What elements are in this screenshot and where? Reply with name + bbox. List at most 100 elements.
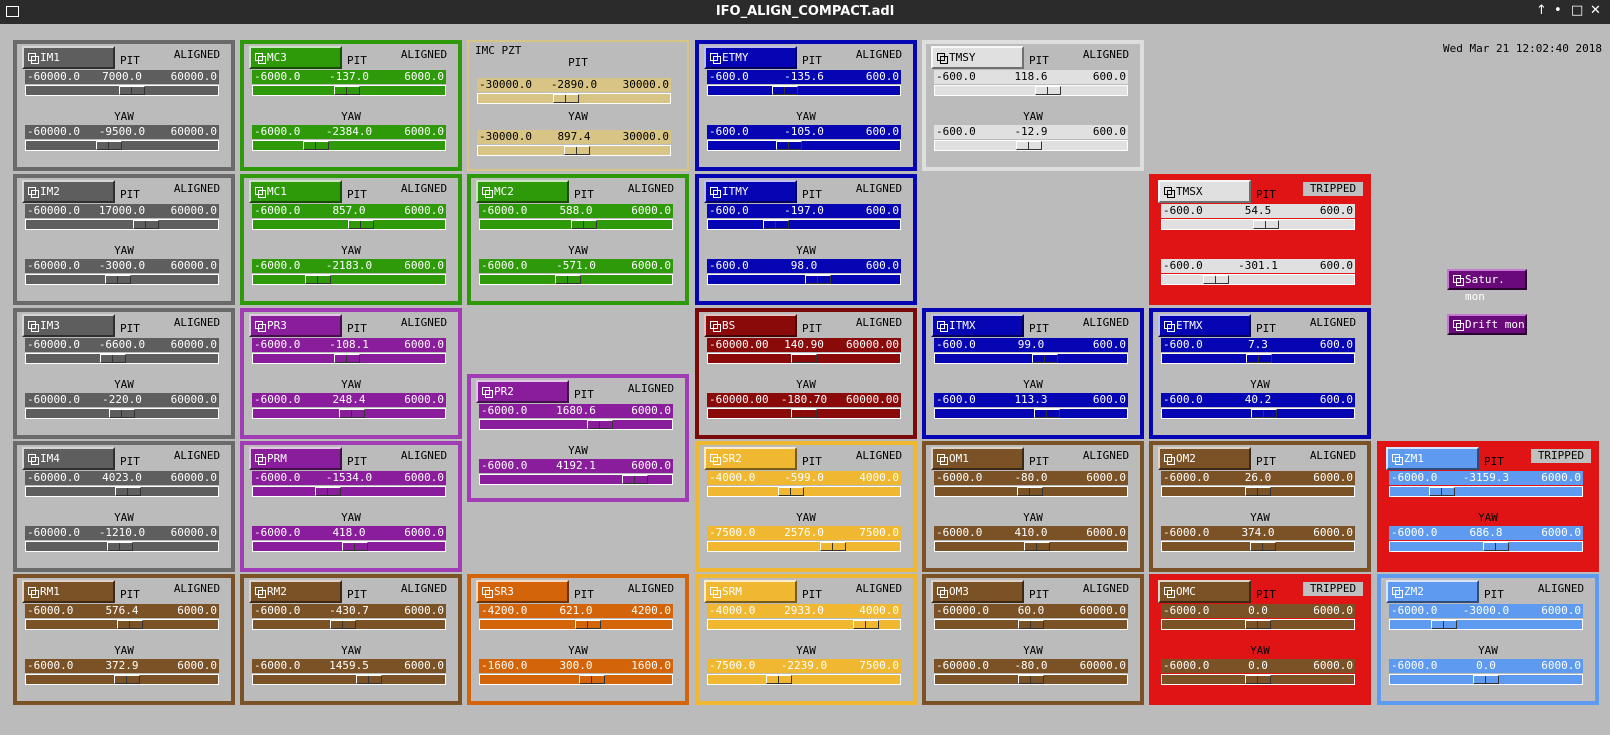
yaw-slider[interactable]: -6000.0 0.0 6000.0 <box>1389 659 1583 689</box>
yaw-track[interactable] <box>252 140 446 151</box>
tmsx-button[interactable]: TMSX <box>1158 180 1251 203</box>
pit-slider[interactable]: -4000.0 2933.0 4000.0 <box>707 604 901 634</box>
yaw-thumb[interactable] <box>776 141 802 150</box>
itmx-button[interactable]: ITMX <box>931 314 1024 337</box>
satur-mon-button[interactable]: Satur. mon <box>1447 269 1527 303</box>
yaw-track[interactable] <box>252 674 446 685</box>
pit-slider[interactable]: -600.0 -197.0 600.0 <box>707 204 901 234</box>
pit-slider[interactable]: -6000.0 588.0 6000.0 <box>479 204 673 234</box>
close-icon[interactable]: ✕ <box>1590 3 1601 19</box>
pit-thumb[interactable] <box>100 354 126 363</box>
yaw-slider[interactable]: -7500.0 -2239.0 7500.0 <box>707 659 901 689</box>
pit-track[interactable] <box>934 85 1128 96</box>
pr3-button[interactable]: PR3 <box>249 314 342 337</box>
yaw-thumb[interactable] <box>1203 275 1229 284</box>
pit-thumb[interactable] <box>1245 620 1271 629</box>
yaw-slider[interactable]: -60000.0 -3000.0 60000.0 <box>25 259 219 289</box>
om2-button[interactable]: OM2 <box>1158 447 1251 470</box>
pit-thumb[interactable] <box>791 354 817 363</box>
zm1-button[interactable]: ZM1 <box>1386 447 1479 470</box>
pit-thumb[interactable] <box>571 220 597 229</box>
srm-button[interactable]: SRM <box>704 580 797 603</box>
pit-slider[interactable]: -4000.0 -599.0 4000.0 <box>707 471 901 501</box>
yaw-slider[interactable]: -6000.0 -571.0 6000.0 <box>479 259 673 289</box>
yaw-slider[interactable]: -600.0 -105.0 600.0 <box>707 125 901 155</box>
yaw-thumb[interactable] <box>791 409 817 418</box>
etmx-button[interactable]: ETMX <box>1158 314 1251 337</box>
pit-slider[interactable]: -6000.0 26.0 6000.0 <box>1161 471 1355 501</box>
pit-thumb[interactable] <box>1253 220 1279 229</box>
yaw-slider[interactable]: -6000.0 248.4 6000.0 <box>252 393 446 423</box>
pit-slider[interactable]: -6000.0 -3159.3 6000.0 <box>1389 471 1583 501</box>
yaw-track[interactable] <box>252 274 446 285</box>
pit-thumb[interactable] <box>117 620 143 629</box>
pit-slider[interactable]: -600.0 99.0 600.0 <box>934 338 1128 368</box>
pit-slider[interactable]: -30000.0 -2890.0 30000.0 <box>477 78 671 108</box>
yaw-slider[interactable]: -60000.0 -1210.0 60000.0 <box>25 526 219 556</box>
yaw-thumb[interactable] <box>1024 542 1050 551</box>
yaw-slider[interactable]: -6000.0 -2384.0 6000.0 <box>252 125 446 155</box>
yaw-slider[interactable]: -60000.0 -220.0 60000.0 <box>25 393 219 423</box>
yaw-slider[interactable]: -6000.0 4192.1 6000.0 <box>479 459 673 489</box>
yaw-track[interactable] <box>1161 274 1355 285</box>
pit-slider[interactable]: -6000.0 0.0 6000.0 <box>1161 604 1355 634</box>
yaw-thumb[interactable] <box>1251 409 1277 418</box>
pit-thumb[interactable] <box>334 354 360 363</box>
yaw-thumb[interactable] <box>766 675 792 684</box>
pit-track[interactable] <box>707 486 901 497</box>
pit-slider[interactable]: -6000.0 -137.0 6000.0 <box>252 70 446 100</box>
pit-thumb[interactable] <box>119 86 145 95</box>
yaw-thumb[interactable] <box>820 542 846 551</box>
raise-window-icon[interactable]: ↑ <box>1536 3 1547 19</box>
yaw-slider[interactable]: -60000.00 -180.70 60000.00 <box>707 393 901 423</box>
yaw-slider[interactable]: -1600.0 300.0 1600.0 <box>479 659 673 689</box>
yaw-thumb[interactable] <box>1250 542 1276 551</box>
yaw-slider[interactable]: -7500.0 2576.0 7500.0 <box>707 526 901 556</box>
yaw-thumb[interactable] <box>555 275 581 284</box>
im3-button[interactable]: IM3 <box>22 314 115 337</box>
pit-thumb[interactable] <box>315 487 341 496</box>
yaw-thumb[interactable] <box>622 475 648 484</box>
rm2-button[interactable]: RM2 <box>249 580 342 603</box>
pit-thumb[interactable] <box>587 420 613 429</box>
pit-thumb[interactable] <box>133 220 159 229</box>
yaw-slider[interactable]: -6000.0 -2183.0 6000.0 <box>252 259 446 289</box>
yaw-slider[interactable]: -600.0 -12.9 600.0 <box>934 125 1128 155</box>
itmy-button[interactable]: ITMY <box>704 180 797 203</box>
maximize-icon[interactable]: □ <box>1571 3 1583 19</box>
yaw-slider[interactable]: -30000.0 897.4 30000.0 <box>477 130 671 160</box>
pit-slider[interactable]: -6000.0 -80.0 6000.0 <box>934 471 1128 501</box>
pit-slider[interactable]: -600.0 7.3 600.0 <box>1161 338 1355 368</box>
yaw-track[interactable] <box>479 674 673 685</box>
yaw-slider[interactable]: -6000.0 686.8 6000.0 <box>1389 526 1583 556</box>
yaw-track[interactable] <box>934 408 1128 419</box>
yaw-slider[interactable]: -600.0 40.2 600.0 <box>1161 393 1355 423</box>
pit-slider[interactable]: -60000.00 140.90 60000.00 <box>707 338 901 368</box>
pit-thumb[interactable] <box>763 220 789 229</box>
yaw-track[interactable] <box>707 541 901 552</box>
mc2-button[interactable]: MC2 <box>476 180 569 203</box>
yaw-slider[interactable]: -60000.0 -9500.0 60000.0 <box>25 125 219 155</box>
yaw-thumb[interactable] <box>1016 141 1042 150</box>
pit-slider[interactable]: -600.0 -135.6 600.0 <box>707 70 901 100</box>
yaw-thumb[interactable] <box>1483 542 1509 551</box>
tmsy-button[interactable]: TMSY <box>931 46 1024 69</box>
pit-slider[interactable]: -600.0 54.5 600.0 <box>1161 204 1355 234</box>
pit-thumb[interactable] <box>853 620 879 629</box>
yaw-thumb[interactable] <box>105 275 131 284</box>
pit-slider[interactable]: -6000.0 -108.1 6000.0 <box>252 338 446 368</box>
pit-track[interactable] <box>707 219 901 230</box>
yaw-slider[interactable]: -600.0 -301.1 600.0 <box>1161 259 1355 289</box>
pit-slider[interactable]: -4200.0 621.0 4200.0 <box>479 604 673 634</box>
pit-thumb[interactable] <box>334 86 360 95</box>
im2-button[interactable]: IM2 <box>22 180 115 203</box>
pit-thumb[interactable] <box>772 86 798 95</box>
pit-thumb[interactable] <box>1246 354 1272 363</box>
pit-slider[interactable]: -6000.0 857.0 6000.0 <box>252 204 446 234</box>
yaw-slider[interactable]: -6000.0 372.9 6000.0 <box>25 659 219 689</box>
zm2-button[interactable]: ZM2 <box>1386 580 1479 603</box>
yaw-slider[interactable]: -6000.0 418.0 6000.0 <box>252 526 446 556</box>
pit-thumb[interactable] <box>1035 86 1061 95</box>
yaw-thumb[interactable] <box>96 141 122 150</box>
pit-thumb[interactable] <box>348 220 374 229</box>
